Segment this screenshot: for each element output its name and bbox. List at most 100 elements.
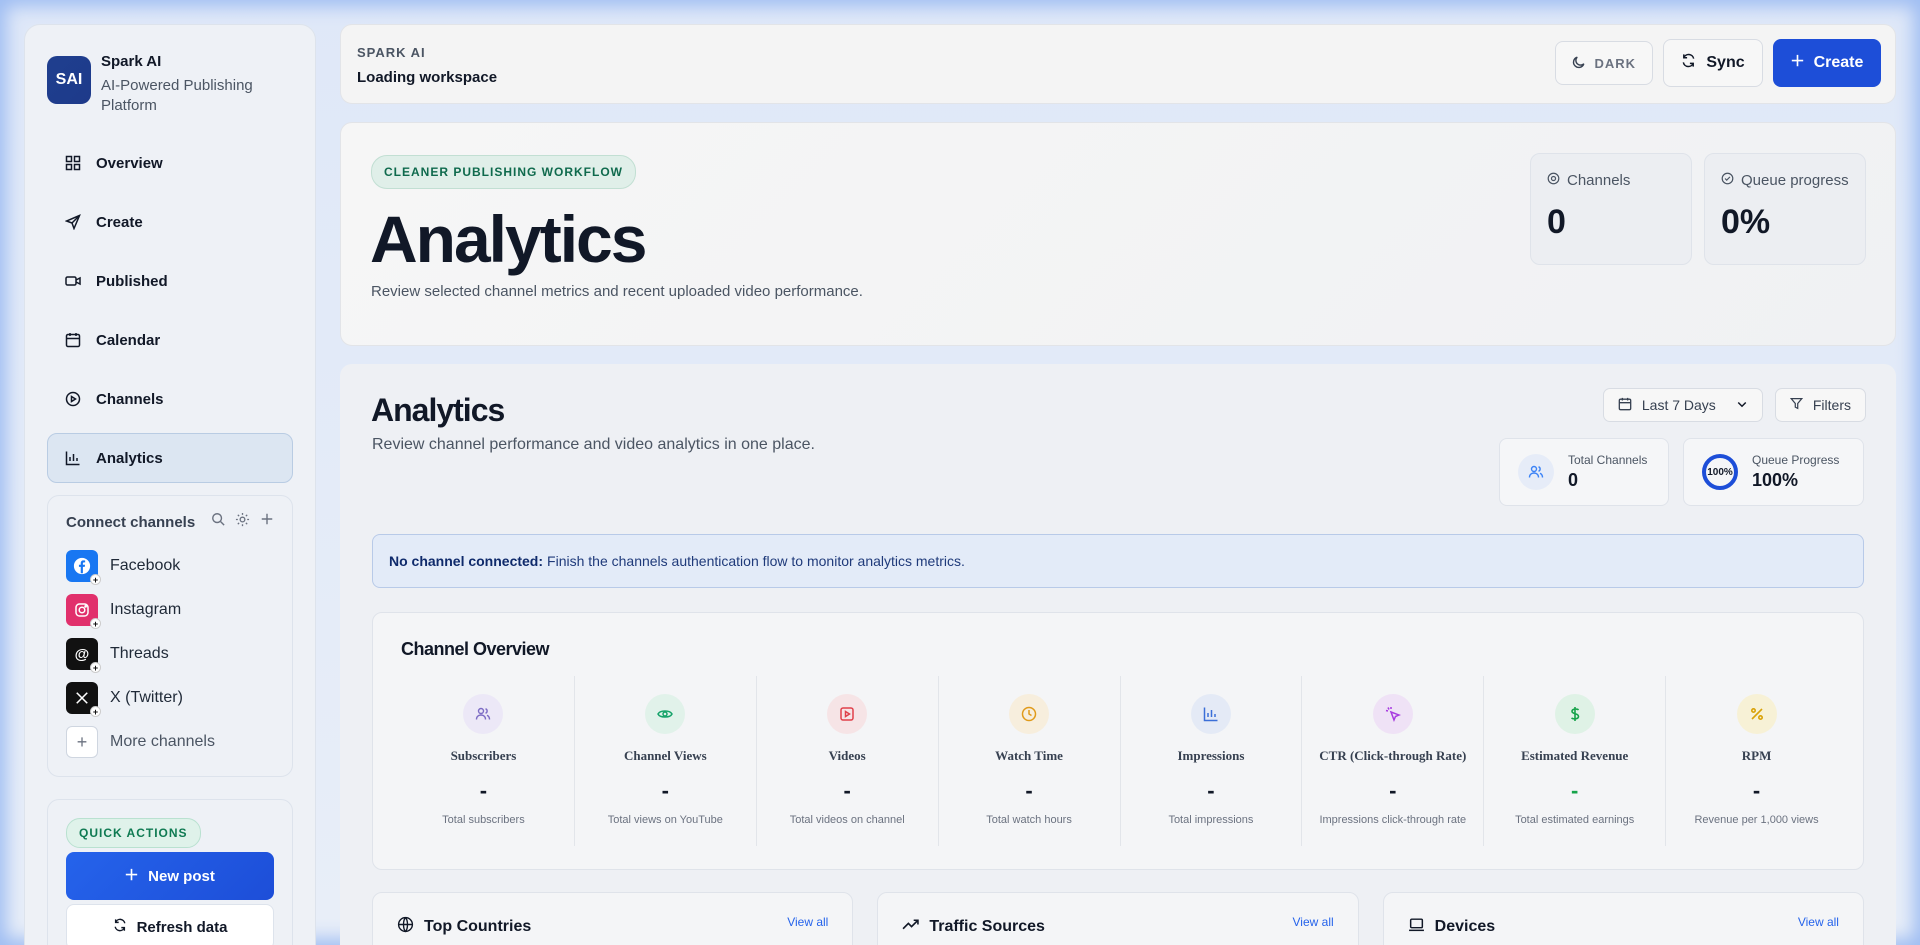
grid-icon xyxy=(64,154,82,172)
percent-icon xyxy=(1736,694,1777,734)
hero-badge: CLEANER PUBLISHING WORKFLOW xyxy=(371,155,636,189)
channel-x-twitter[interactable]: + X (Twitter) xyxy=(66,676,274,720)
metric-name: CTR (Click-through Rate) xyxy=(1319,748,1467,763)
metric-description: Total videos on channel xyxy=(789,814,905,826)
metric-value: - xyxy=(1752,778,1761,803)
metric-description: Revenue per 1,000 views xyxy=(1694,814,1819,826)
queue-progress-card: 100% Queue Progress 100% xyxy=(1683,438,1864,506)
users-icon xyxy=(463,694,504,734)
metric-name: Watch Time xyxy=(995,748,1063,763)
create-label: Create xyxy=(1813,54,1864,71)
metric-description: Total views on YouTube xyxy=(607,814,723,826)
stat-label: Channels xyxy=(1567,172,1631,189)
plus-icon: + xyxy=(66,726,98,758)
chevron-down-icon xyxy=(1736,397,1748,413)
date-range-select[interactable]: Last 7 Days xyxy=(1602,388,1763,422)
sidebar-item-overview[interactable]: Overview xyxy=(47,138,293,188)
sync-button[interactable]: Sync xyxy=(1663,39,1763,87)
dark-mode-label: DARK xyxy=(1594,55,1636,71)
view-all-link[interactable]: View all xyxy=(1293,915,1334,941)
sidebar-item-calendar[interactable]: Calendar xyxy=(47,315,293,365)
moon-icon xyxy=(1572,55,1586,72)
search-icon[interactable] xyxy=(211,512,225,532)
quick-actions-badge: QUICK ACTIONS xyxy=(66,818,201,848)
page-title: Analytics xyxy=(370,202,647,276)
brand-logo: SAI xyxy=(47,56,91,104)
metric-estimated-revenue: Estimated Revenue - Total estimated earnin… xyxy=(1484,676,1667,846)
sidebar-nav: Overview Create Published Calendar Chann… xyxy=(47,138,293,483)
metric-videos: Videos - Total videos on channel xyxy=(757,676,939,846)
channel-overview-title: Channel Overview xyxy=(401,639,550,659)
metric-value: - xyxy=(1389,778,1397,803)
globe-icon xyxy=(397,916,414,938)
view-all-link[interactable]: View all xyxy=(1798,915,1839,941)
analytics-section: Analytics Review channel performance and… xyxy=(340,364,1896,945)
refresh-data-label: Refresh data xyxy=(136,918,228,936)
metric-name: Impressions xyxy=(1177,748,1245,763)
dollar-icon xyxy=(1554,694,1595,734)
refresh-data-button[interactable]: Refresh data xyxy=(66,904,274,945)
metric-name: RPM xyxy=(1741,748,1772,763)
play-circle-icon xyxy=(1547,172,1560,189)
metric-value: - xyxy=(1207,778,1215,803)
metric-name: Channel Views xyxy=(623,748,707,763)
total-channels-label: Total Channels xyxy=(1568,453,1648,467)
sidebar-item-label: Analytics xyxy=(96,449,163,467)
metric-value: - xyxy=(1571,778,1579,803)
bottom-cards: Top Countries View all Traffic Sources V… xyxy=(372,892,1864,945)
sidebar-item-channels[interactable]: Channels xyxy=(47,374,293,424)
sidebar-item-analytics[interactable]: Analytics xyxy=(47,433,293,483)
plus-icon[interactable] xyxy=(260,512,274,532)
sidebar-item-label: Calendar xyxy=(96,331,161,349)
metric-value: - xyxy=(661,778,669,803)
metric-ctr-click-through-rate: CTR (Click-through Rate) - Impressions cli… xyxy=(1302,676,1485,846)
channel-threads[interactable]: @ + Threads xyxy=(66,632,274,676)
brand-name: Spark AI xyxy=(101,53,162,70)
channel-label: Threads xyxy=(110,645,169,662)
plus-icon xyxy=(125,868,138,885)
channel-instagram[interactable]: + Instagram xyxy=(66,588,274,632)
stat-label: Queue progress xyxy=(1741,172,1849,189)
bar-chart-icon xyxy=(1190,694,1231,734)
channel-facebook[interactable]: + Facebook xyxy=(66,544,274,588)
sidebar-item-create[interactable]: Create xyxy=(47,197,293,247)
cursor-click-icon xyxy=(1372,694,1413,734)
metric-value: - xyxy=(843,778,851,803)
more-channels-button[interactable]: + More channels xyxy=(66,720,274,764)
metric-channel-views: Channel Views - Total views on YouTube xyxy=(575,676,757,846)
channel-label: Instagram xyxy=(110,601,182,618)
sidebar-item-label: Overview xyxy=(96,154,163,172)
total-channels-value: 0 xyxy=(1568,470,1579,490)
check-circle-icon xyxy=(1721,172,1734,189)
total-channels-card: Total Channels 0 xyxy=(1499,438,1669,506)
metrics-row: Subscribers - Total subscribers Channel Vie… xyxy=(393,676,1847,846)
sync-label: Sync xyxy=(1706,54,1745,71)
dark-mode-button[interactable]: DARK xyxy=(1555,41,1653,85)
connect-channels-title: Connect channels xyxy=(66,513,196,531)
brand: SAI Spark AI AI-Powered Publishing Platf… xyxy=(47,53,293,116)
filters-label: Filters xyxy=(1812,397,1851,413)
top-countries-card: Top Countries View all xyxy=(372,892,854,945)
send-icon xyxy=(64,213,82,231)
brand-subtitle: AI-Powered Publishing Platform xyxy=(101,77,253,114)
eye-icon xyxy=(645,694,686,734)
gear-icon[interactable] xyxy=(235,512,250,532)
card-title: Traffic Sources xyxy=(929,918,1045,935)
facebook-icon: + xyxy=(66,550,101,585)
x-icon: + xyxy=(66,682,101,717)
metric-description: Total impressions xyxy=(1168,814,1254,826)
connect-channels-panel: Connect channels + Facebook + Instagram … xyxy=(47,495,293,777)
calendar-icon xyxy=(64,331,82,349)
new-post-label: New post xyxy=(148,867,215,885)
queue-progress-value: 100% xyxy=(1752,470,1799,490)
sidebar-item-published[interactable]: Published xyxy=(47,256,293,306)
quick-actions-panel: QUICK ACTIONS New post Refresh data xyxy=(47,799,293,945)
laptop-icon xyxy=(1408,916,1425,938)
filters-button[interactable]: Filters xyxy=(1774,388,1866,422)
view-all-link[interactable]: View all xyxy=(787,915,828,941)
refresh-icon xyxy=(1681,53,1696,73)
create-button[interactable]: Create xyxy=(1773,39,1881,87)
new-post-button[interactable]: New post xyxy=(66,852,274,900)
notice-text: Finish the channels authentication flow … xyxy=(547,553,965,569)
channel-label: X (Twitter) xyxy=(110,689,183,706)
